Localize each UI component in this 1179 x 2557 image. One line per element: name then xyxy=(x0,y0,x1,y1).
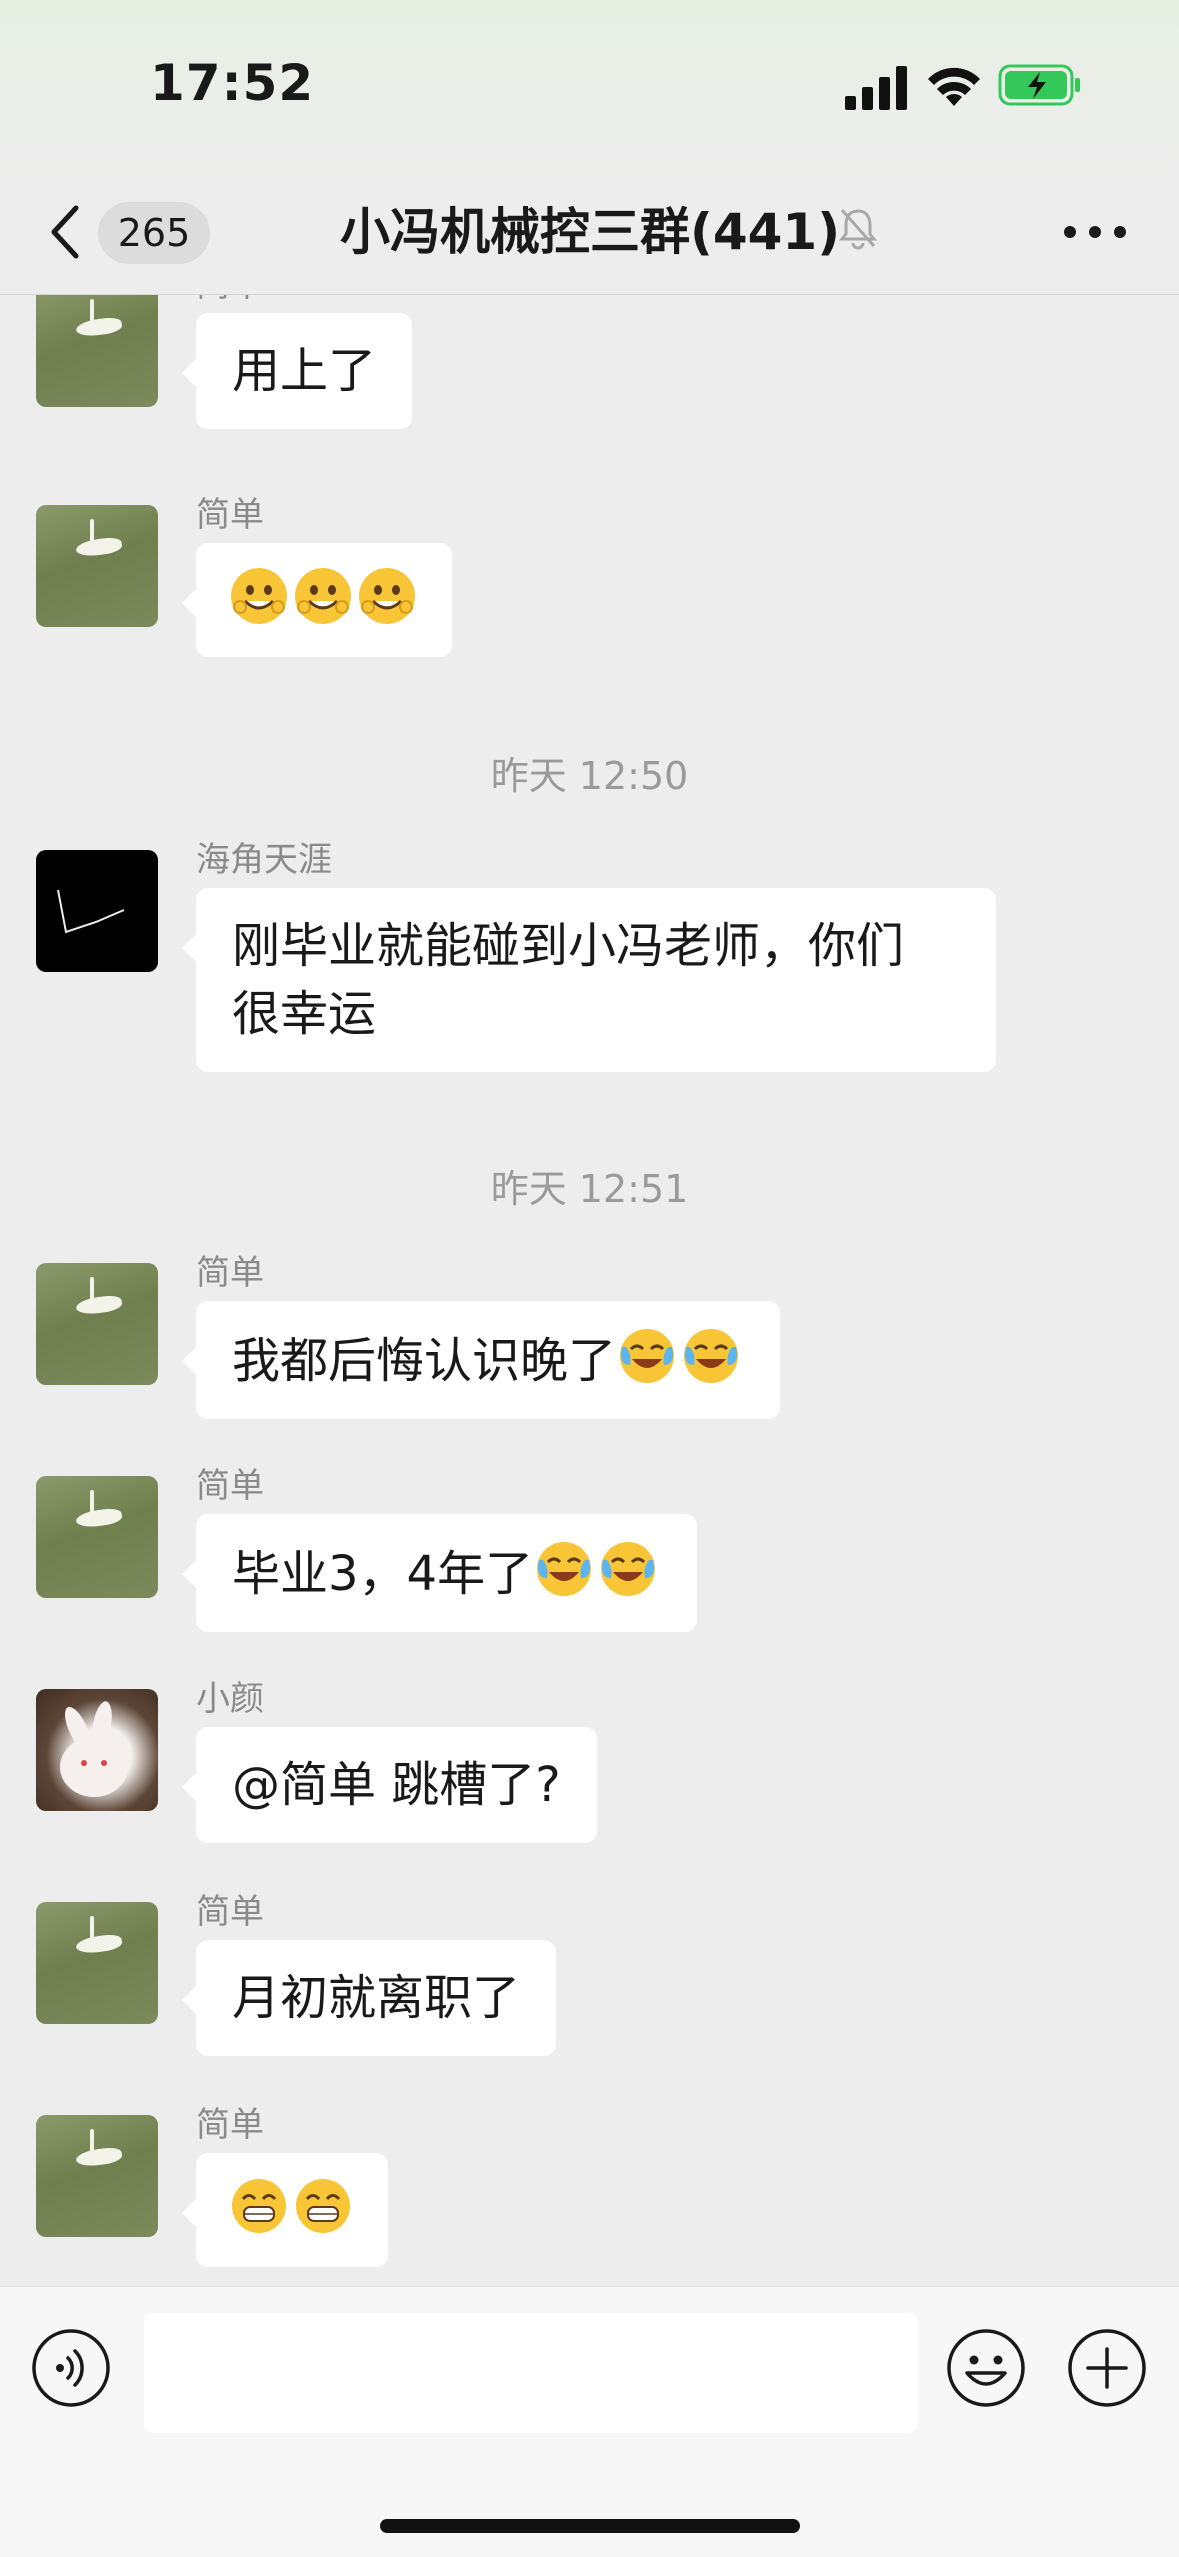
message-text: 我都后悔认识晚了 xyxy=(232,1333,617,1389)
message-list[interactable]: 简单 用上了 简单 昨天 12:50 海角天涯 刚毕业就能碰到小冯老师，你们 很… xyxy=(0,295,1179,2285)
sender-name: 简单 xyxy=(196,1892,264,1932)
message-text: 用上了 xyxy=(232,343,377,399)
status-time: 17:52 xyxy=(150,54,315,112)
smile-emoji-icon xyxy=(359,568,415,624)
smile-emoji-icon xyxy=(231,568,287,624)
smile-emoji-icon xyxy=(295,568,351,624)
sender-name: 简单 xyxy=(196,1253,264,1293)
message-bubble[interactable]: 刚毕业就能碰到小冯老师，你们 很幸运 xyxy=(182,888,996,1072)
avatar[interactable] xyxy=(36,505,158,627)
sender-name: 简单 xyxy=(196,2105,264,2145)
message-bubble[interactable]: @简单 跳槽了? xyxy=(182,1727,597,1843)
sender-name: 简单 xyxy=(196,295,264,305)
message-bubble[interactable]: 我都后悔认识晚了 xyxy=(181,1301,781,1419)
battery-charging-icon xyxy=(998,64,1080,106)
message-bubble[interactable] xyxy=(182,543,452,657)
laugh-cry-emoji-icon xyxy=(537,1542,592,1596)
message-bubble[interactable]: 用上了 xyxy=(181,313,413,429)
laugh-cry-emoji-icon xyxy=(601,1542,656,1596)
voice-icon[interactable] xyxy=(30,2327,112,2409)
emoji-icon[interactable] xyxy=(945,2327,1027,2409)
more-options-icon[interactable] xyxy=(1060,210,1130,254)
message-bubble[interactable] xyxy=(182,2153,388,2267)
grin-emoji-icon xyxy=(296,2179,350,2233)
laugh-cry-emoji-icon xyxy=(620,1329,675,1383)
avatar[interactable] xyxy=(36,1689,158,1811)
message-input[interactable] xyxy=(144,2313,918,2433)
avatar[interactable] xyxy=(36,1476,158,1598)
plus-icon[interactable] xyxy=(1066,2327,1148,2409)
sender-name: 海角天涯 xyxy=(196,840,332,880)
rabbit-icon xyxy=(60,1701,128,1797)
avatar[interactable] xyxy=(36,1902,158,2024)
back-chevron-icon[interactable] xyxy=(42,200,90,264)
avatar[interactable] xyxy=(36,850,158,972)
wifi-icon xyxy=(928,67,980,106)
message-bubble[interactable]: 毕业3，4年了 xyxy=(181,1514,698,1632)
laugh-cry-emoji-icon xyxy=(684,1329,739,1383)
unread-count-badge[interactable]: 265 xyxy=(98,202,210,264)
chat-title[interactable]: 小冯机械控三群(441) xyxy=(340,200,840,264)
message-text-line: 刚毕业就能碰到小冯老师，你们 xyxy=(232,918,905,974)
sketch-line-icon xyxy=(57,889,125,934)
message-text: 月初就离职了 xyxy=(232,1970,521,2026)
sender-name: 简单 xyxy=(196,495,264,535)
message-text-line: 很幸运 xyxy=(232,986,377,1042)
grin-emoji-icon xyxy=(232,2179,286,2233)
home-indicator xyxy=(380,2519,800,2533)
sender-name: 简单 xyxy=(196,1466,264,1506)
message-bubble[interactable]: 月初就离职了 xyxy=(181,1940,557,2056)
muted-bell-icon xyxy=(838,209,878,250)
time-divider: 昨天 12:51 xyxy=(490,1167,689,1211)
chat-header: 265 小冯机械控三群(441) xyxy=(0,170,1179,295)
message-text: 毕业3，4年了 xyxy=(232,1546,534,1602)
time-divider: 昨天 12:50 xyxy=(490,754,689,798)
cellular-signal-icon xyxy=(845,66,907,110)
avatar[interactable] xyxy=(36,1263,158,1385)
message-text: @简单 跳槽了? xyxy=(232,1757,561,1813)
avatar[interactable] xyxy=(36,2115,158,2237)
status-bar: 17:52 xyxy=(0,0,1179,170)
avatar[interactable] xyxy=(36,295,158,407)
input-bar xyxy=(0,2286,1179,2557)
sender-name: 小颜 xyxy=(196,1679,264,1719)
